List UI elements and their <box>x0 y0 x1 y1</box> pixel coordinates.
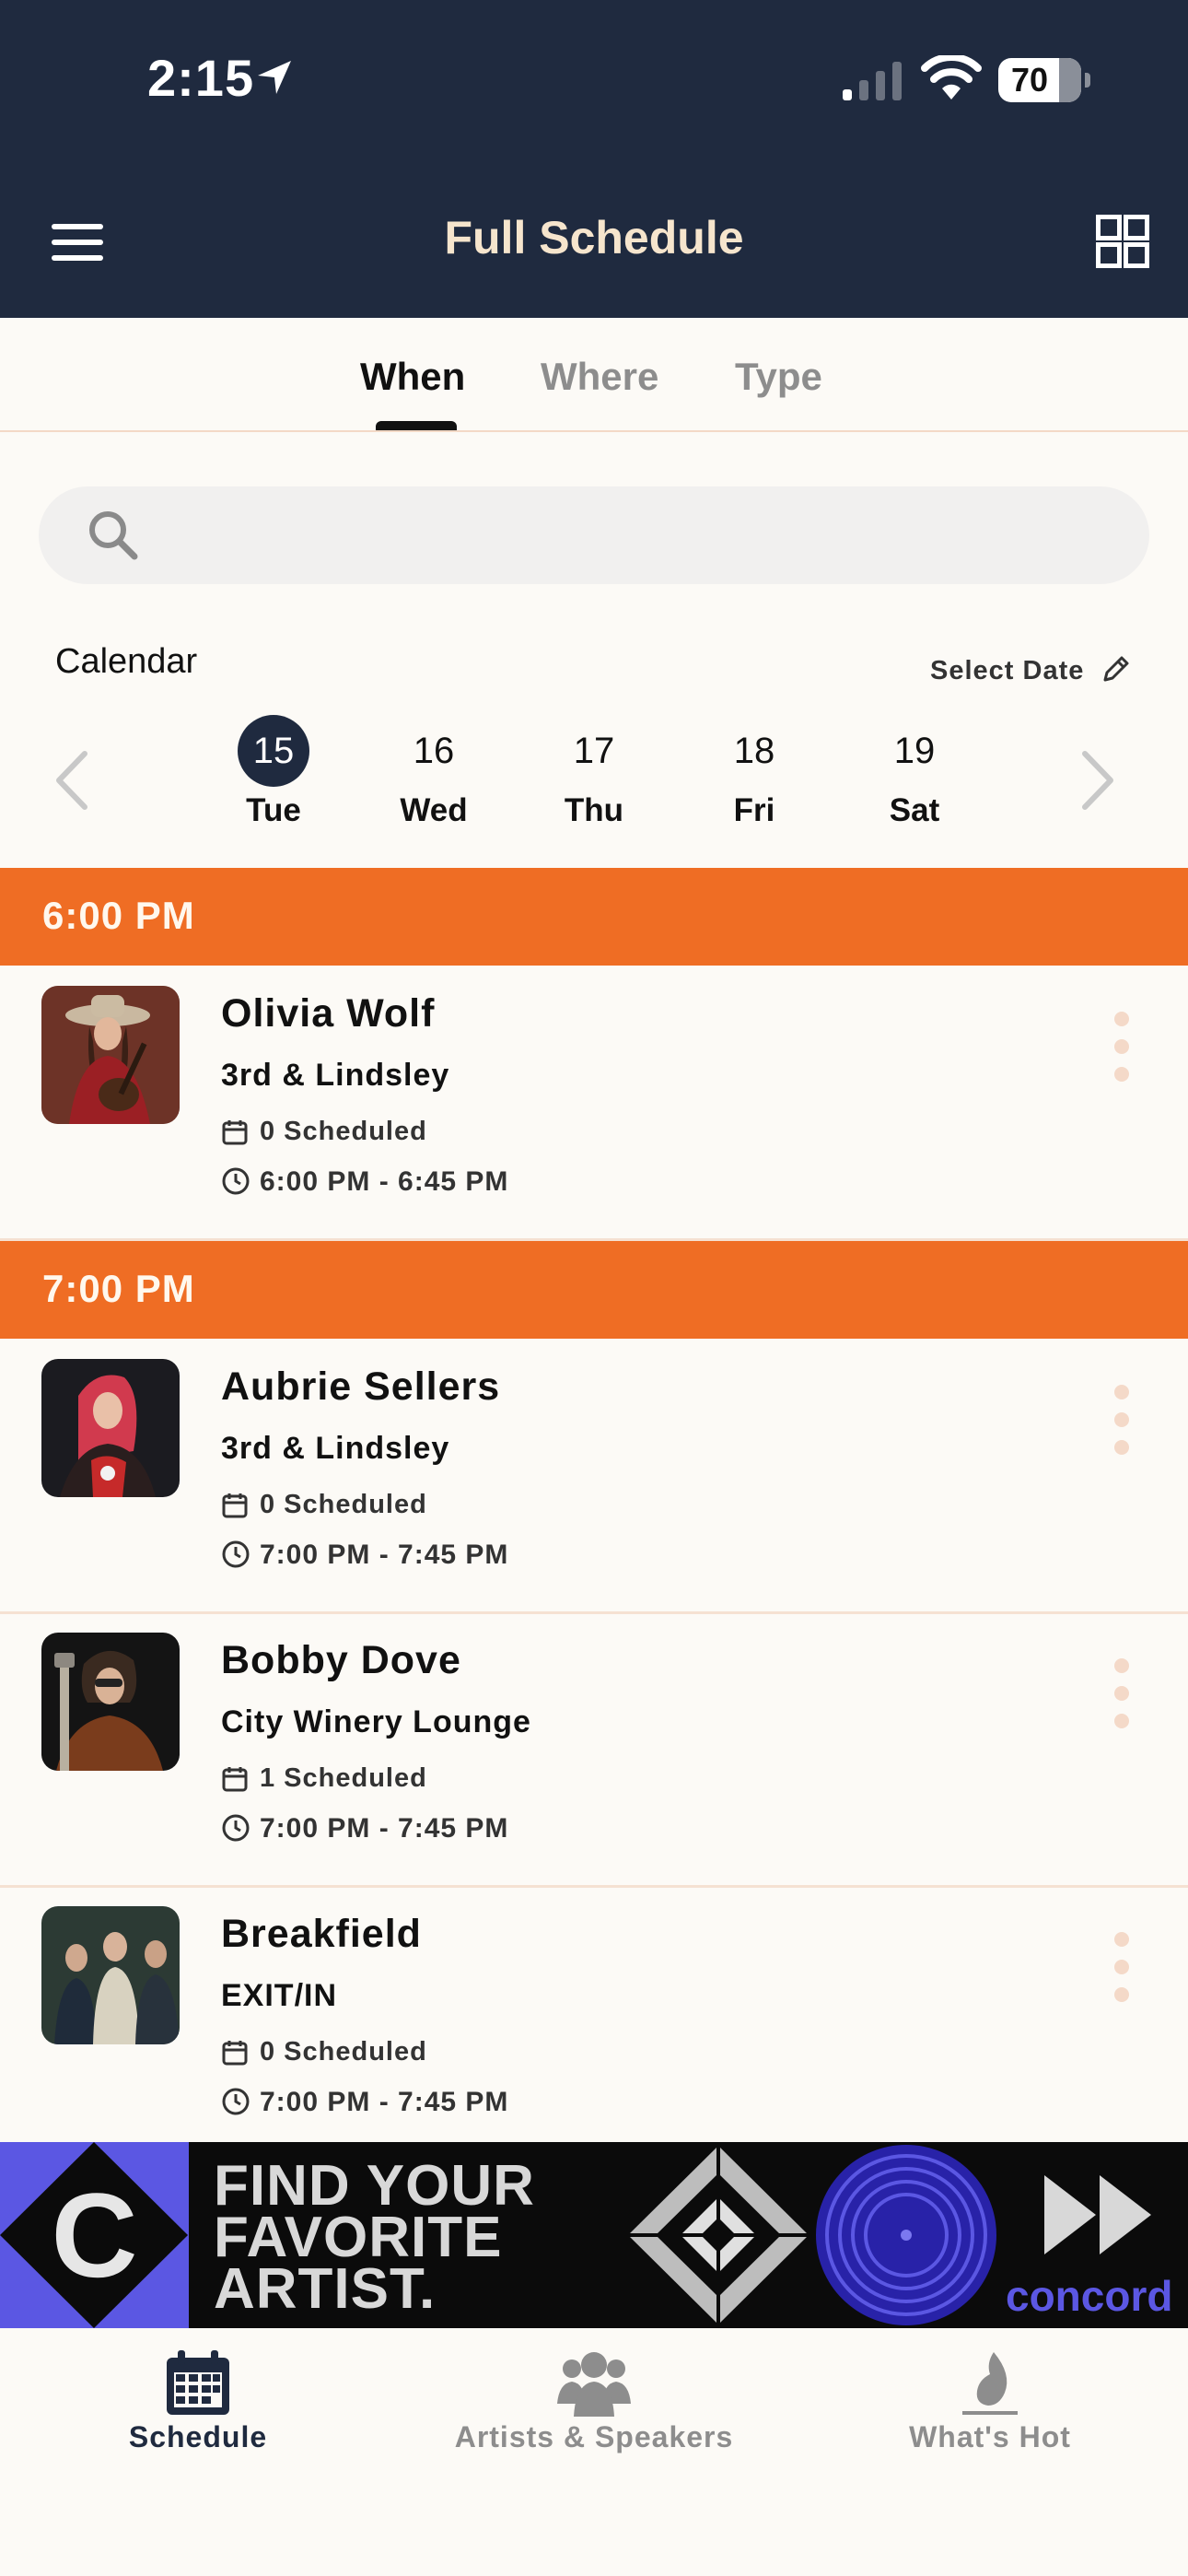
venue-name: EXIT/IN <box>221 1978 338 2013</box>
cellular-signal-icon <box>843 62 902 100</box>
status-bar: 2:15 70 <box>0 0 1188 161</box>
day-number: 15 <box>238 715 309 787</box>
vinyl-record-icon <box>816 2145 996 2325</box>
event-time: 7:00 PM - 7:45 PM <box>260 2087 509 2117</box>
venue-name: 3rd & Lindsley <box>221 1431 450 1466</box>
tab-where[interactable]: Where <box>541 355 658 399</box>
event-row[interactable]: Bobby Dove City Winery Lounge 1 Schedule… <box>0 1612 1188 1888</box>
people-icon <box>557 2352 631 2417</box>
chevron-left-icon[interactable] <box>52 748 92 813</box>
time-slot-header: 6:00 PM <box>0 868 1188 966</box>
event-time: 7:00 PM - 7:45 PM <box>260 1540 509 1570</box>
scheduled-count: 0 Scheduled <box>260 1490 427 1519</box>
clock-icon <box>222 1814 250 1842</box>
nav-label: Schedule <box>128 2420 268 2453</box>
calendar-icon <box>167 2350 229 2415</box>
calendar-icon <box>222 2041 248 2066</box>
bottom-nav: Schedule Artists & Speakers What's Hot <box>0 2328 1188 2576</box>
tab-type[interactable]: Type <box>735 355 822 399</box>
calendar-day[interactable]: 15 Tue <box>218 715 329 829</box>
banner-brand: concord <box>1006 2272 1173 2320</box>
banner-headline: FIND YOUR FAVORITE ARTIST. <box>214 2154 535 2321</box>
artist-name: Olivia Wolf <box>221 991 436 1036</box>
day-number: 17 <box>573 731 615 771</box>
time-slot-label: 6:00 PM <box>42 894 195 937</box>
battery-icon: 70 <box>998 58 1090 102</box>
calendar-day[interactable]: 18 Fri <box>699 715 809 829</box>
venue-name: 3rd & Lindsley <box>221 1058 450 1093</box>
calendar-icon <box>222 1493 248 1518</box>
calendar-label: Calendar <box>55 642 198 681</box>
artist-photo <box>41 986 180 1124</box>
more-options-icon[interactable] <box>1112 1012 1131 1085</box>
status-time: 2:15 <box>147 49 255 107</box>
geometric-pattern-icon <box>624 2142 812 2328</box>
day-number: 16 <box>413 731 455 771</box>
location-arrow-icon <box>258 61 291 94</box>
scheduled-count: 0 Scheduled <box>260 1117 427 1146</box>
day-of-week: Fri <box>733 792 775 828</box>
calendar-icon <box>222 1120 248 1145</box>
time-slot-header: 7:00 PM <box>0 1241 1188 1339</box>
clock-icon <box>222 1167 250 1195</box>
page-title: Full Schedule <box>444 212 744 263</box>
select-date-button[interactable]: Select Date <box>930 656 1084 686</box>
event-row[interactable]: Aubrie Sellers 3rd & Lindsley 0 Schedule… <box>0 1339 1188 1614</box>
grid-view-icon[interactable] <box>1096 215 1149 268</box>
more-options-icon[interactable] <box>1112 1658 1131 1732</box>
event-row[interactable]: Breakfield EXIT/IN 0 Scheduled 7:00 PM -… <box>0 1886 1188 2142</box>
day-of-week: Wed <box>400 792 468 828</box>
event-time: 6:00 PM - 6:45 PM <box>260 1166 509 1197</box>
artist-photo <box>41 1359 180 1497</box>
clock-icon <box>222 1540 250 1568</box>
app-header: Full Schedule <box>0 161 1188 318</box>
event-time: 7:00 PM - 7:45 PM <box>260 1813 509 1844</box>
day-number: 18 <box>733 731 775 771</box>
banner-logo-letter: C <box>51 2168 138 2302</box>
filter-tabs: When Where Type <box>0 318 1188 432</box>
wifi-icon <box>921 55 982 100</box>
pencil-icon[interactable] <box>1100 652 1133 685</box>
nav-artists-speakers[interactable]: Artists & Speakers <box>396 2328 792 2494</box>
artist-name: Bobby Dove <box>221 1638 461 1682</box>
day-number: 19 <box>893 731 936 771</box>
tab-when[interactable]: When <box>360 355 465 399</box>
chevron-right-icon[interactable] <box>1077 748 1118 813</box>
time-slot-label: 7:00 PM <box>42 1267 195 1310</box>
nav-label: Artists & Speakers <box>454 2420 734 2453</box>
day-of-week: Sat <box>889 792 940 828</box>
nav-whats-hot[interactable]: What's Hot <box>792 2328 1188 2494</box>
active-tab-indicator <box>376 421 457 430</box>
battery-level: 70 <box>1010 61 1049 99</box>
fast-forward-icon <box>1044 2175 1151 2254</box>
flame-icon <box>962 2352 1018 2415</box>
calendar-day[interactable]: 19 Sat <box>859 715 970 829</box>
scheduled-count: 0 Scheduled <box>260 2037 427 2067</box>
search-icon <box>89 511 138 560</box>
clock-icon <box>222 2088 250 2115</box>
artist-photo <box>41 1633 180 1771</box>
calendar-day[interactable]: 16 Wed <box>379 715 489 829</box>
nav-label: What's Hot <box>909 2420 1071 2453</box>
calendar-icon <box>222 1767 248 1792</box>
search-bar[interactable] <box>39 486 1149 584</box>
more-options-icon[interactable] <box>1112 1932 1131 2006</box>
ad-banner[interactable]: C FIND YOUR FAVORITE ARTIST. concord <box>0 2142 1188 2328</box>
day-of-week: Tue <box>246 792 301 828</box>
event-row[interactable]: Olivia Wolf 3rd & Lindsley 0 Scheduled 6… <box>0 966 1188 1241</box>
venue-name: City Winery Lounge <box>221 1704 531 1739</box>
artist-name: Breakfield <box>221 1912 422 1956</box>
day-of-week: Thu <box>564 792 624 828</box>
search-input[interactable] <box>149 505 1129 568</box>
calendar-day[interactable]: 17 Thu <box>539 715 649 829</box>
more-options-icon[interactable] <box>1112 1385 1131 1458</box>
nav-schedule[interactable]: Schedule <box>0 2328 396 2494</box>
scheduled-count: 1 Scheduled <box>260 1763 427 1793</box>
artist-name: Aubrie Sellers <box>221 1364 501 1409</box>
artist-photo <box>41 1906 180 2044</box>
